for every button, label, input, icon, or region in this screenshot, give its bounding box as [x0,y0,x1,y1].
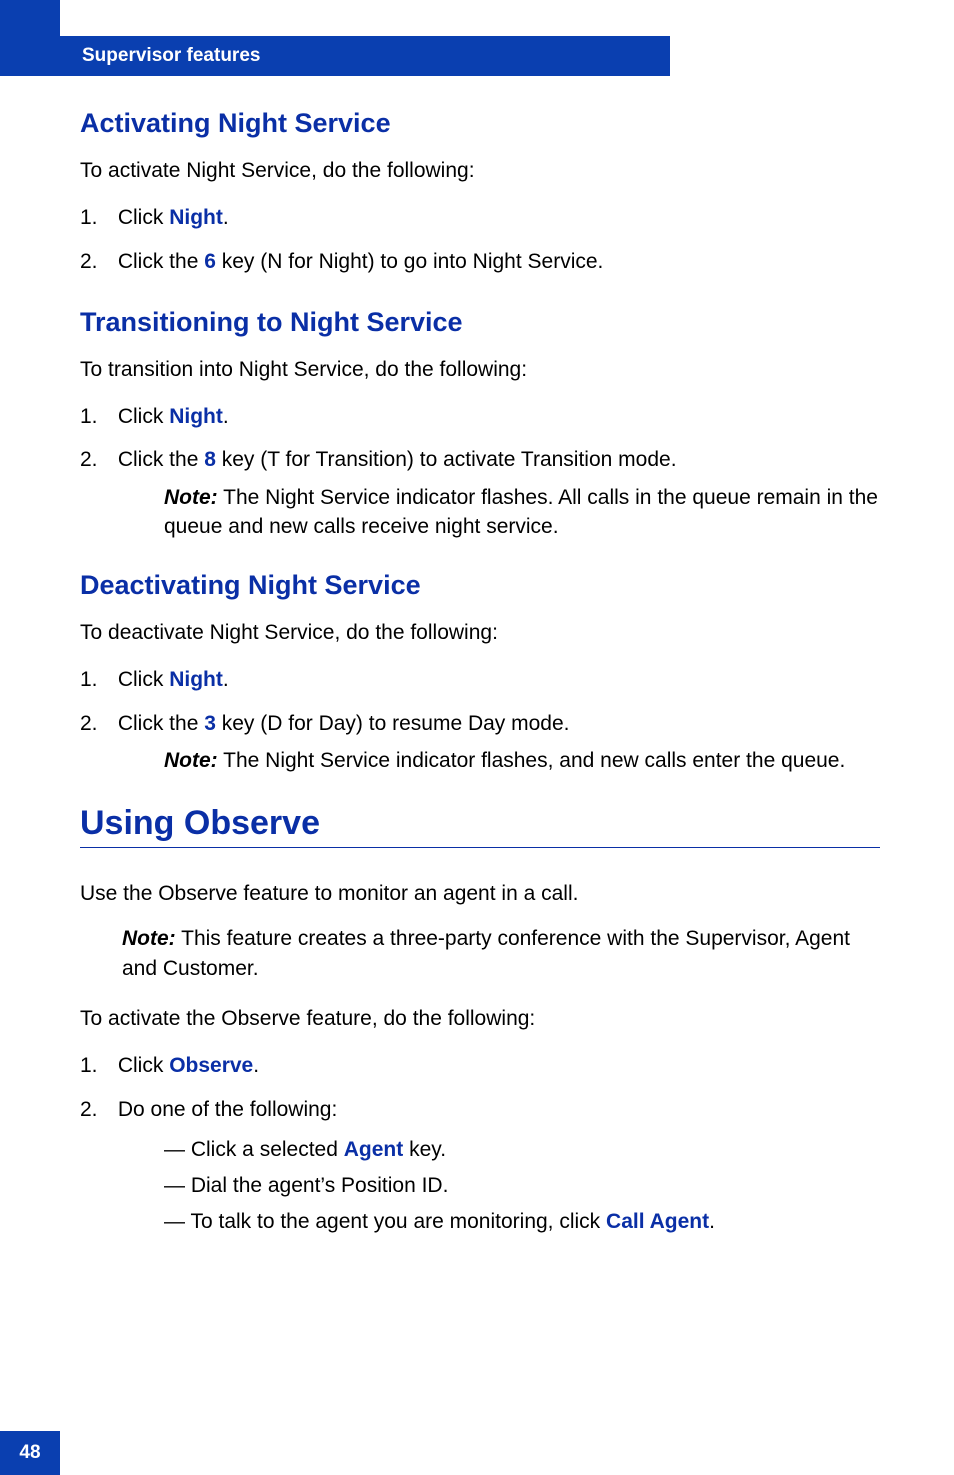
note-label: Note: [122,927,176,950]
note-label: Note: [164,486,218,509]
heading-transitioning: Transitioning to Night Service [80,307,880,338]
heading-deactivating: Deactivating Night Service [80,570,880,601]
sub-step: To talk to the agent you are monitoring,… [164,1204,880,1240]
intro-deactivating: To deactivate Night Service, do the foll… [80,619,880,647]
intro-transitioning: To transition into Night Service, do the… [80,356,880,384]
page-content: Activating Night Service To activate Nig… [80,108,880,1267]
page-number-value: 48 [19,1442,40,1463]
page-number: 48 [0,1431,60,1475]
step-text-post: . [223,206,229,229]
sub-step-post: . [709,1210,715,1233]
steps-deactivating: 1. Click Night. 2. Click the 3 key (D fo… [80,663,880,776]
step: 1. Click Night. [80,201,880,235]
header-corner-block [0,0,60,76]
section-header-text: Supervisor features [82,45,260,66]
ui-term-observe: Observe [169,1054,253,1077]
intro-activating: To activate Night Service, do the follow… [80,157,880,185]
step-text-post: . [223,405,229,428]
step: 1. Click Night. [80,663,880,697]
step: 2. Do one of the following: Click a sele… [80,1093,880,1240]
note-text: The Night Service indicator flashes. All… [164,486,878,538]
observe-intro2: To activate the Observe feature, do the … [80,1005,880,1033]
step: 2. Click the 8 key (T for Transition) to… [80,443,880,541]
step-text: Do one of the following: [118,1098,337,1121]
step-text-pre: Click [118,405,169,428]
step-text-pre: Click [118,206,169,229]
note-text: This feature creates a three-party confe… [122,927,850,979]
step-text-pre: Click [118,668,169,691]
step: 2. Click the 6 key (N for Night) to go i… [80,245,880,279]
step-text-pre: Click the [118,250,204,273]
ui-term-8: 8 [204,448,216,471]
steps-transitioning: 1. Click Night. 2. Click the 8 key (T fo… [80,400,880,542]
ui-term-agent: Agent [344,1138,404,1161]
heading-using-observe: Using Observe [80,804,880,848]
sub-step-text: Dial the agent’s Position ID. [191,1174,449,1197]
observe-intro1: Use the Observe feature to monitor an ag… [80,880,880,908]
sub-step-pre: Click a selected [191,1138,344,1161]
step-text-post: key (N for Night) to go into Night Servi… [216,250,604,273]
step-text-pre: Click the [118,448,204,471]
note-block: Note: The Night Service indicator flashe… [164,483,880,542]
step-text-post: . [253,1054,259,1077]
step-text-pre: Click the [118,712,204,735]
sub-step: Click a selected Agent key. [164,1132,880,1168]
step-text-post: key (D for Day) to resume Day mode. [216,712,570,735]
ui-term-call-agent: Call Agent [606,1210,709,1233]
section-header: Supervisor features [60,36,670,76]
document-page: Supervisor features Activating Night Ser… [0,0,954,1475]
sub-step-pre: To talk to the agent you are monitoring,… [190,1210,606,1233]
spacer [80,854,880,880]
step: 2. Click the 3 key (D for Day) to resume… [80,707,880,776]
step-text-post: . [223,668,229,691]
steps-observe: 1. Click Observe. 2. Do one of the follo… [80,1049,880,1239]
note-label: Note: [164,749,218,772]
step-text-post: key (T for Transition) to activate Trans… [216,448,677,471]
ui-term-night: Night [169,668,223,691]
ui-term-3: 3 [204,712,216,735]
note-block: Note: The Night Service indicator flashe… [164,746,880,775]
step: 1. Click Night. [80,400,880,434]
ui-term-night: Night [169,405,223,428]
ui-term-night: Night [169,206,223,229]
note-text: The Night Service indicator flashes, and… [218,749,846,772]
steps-activating: 1. Click Night. 2. Click the 6 key (N fo… [80,201,880,278]
step: 1. Click Observe. [80,1049,880,1083]
sub-steps: Click a selected Agent key. Dial the age… [164,1132,880,1239]
note-block: Note: This feature creates a three-party… [122,924,880,983]
sub-step-post: key. [403,1138,446,1161]
heading-activating: Activating Night Service [80,108,880,139]
ui-term-6: 6 [204,250,216,273]
sub-step: Dial the agent’s Position ID. [164,1168,880,1204]
step-text-pre: Click [118,1054,169,1077]
